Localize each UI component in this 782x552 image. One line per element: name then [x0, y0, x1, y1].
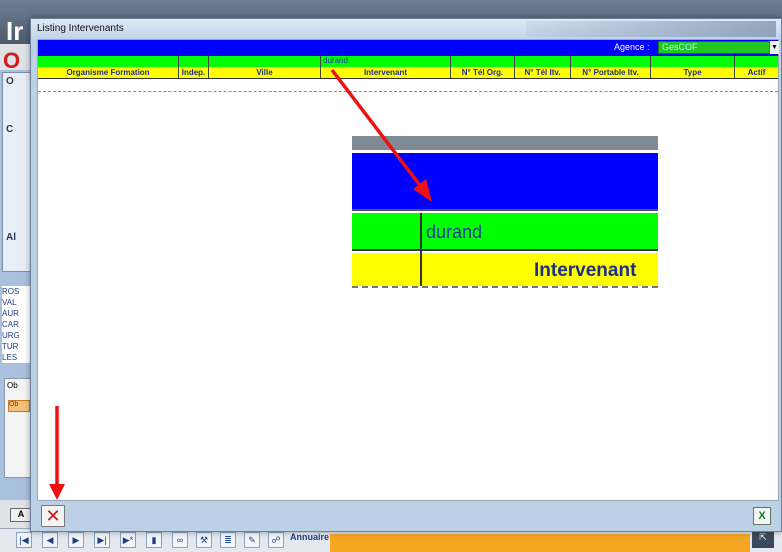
filter-intervenant[interactable]: durand: [320, 56, 450, 67]
filter-actif[interactable]: [734, 56, 778, 67]
filter-tel-org[interactable]: [450, 56, 514, 67]
col-header-actif[interactable]: Actif: [734, 67, 778, 78]
column-header-row: Organisme Formation Indep. Ville Interve…: [38, 67, 778, 79]
zoom-blue-band: [352, 153, 658, 211]
search-binoculars-icon[interactable]: ∞: [172, 532, 188, 548]
filter-indep[interactable]: [178, 56, 208, 67]
zoom-header-text: Intervenant: [534, 260, 637, 281]
col-header-indep-label: Indep.: [181, 68, 206, 77]
col-header-type-label: Type: [683, 68, 702, 77]
col-header-intervenant[interactable]: Intervenant: [320, 67, 450, 78]
agence-select[interactable]: GesCOF ▼: [658, 41, 779, 54]
agence-value: GesCOF: [662, 42, 698, 52]
col-header-organisme[interactable]: Organisme Formation: [38, 67, 178, 78]
zoom-column-divider: [420, 213, 422, 286]
filter-icon[interactable]: ⚒: [196, 532, 212, 548]
exit-icon[interactable]: ⇱: [752, 532, 774, 548]
filter-tel-itv[interactable]: [514, 56, 570, 67]
edit-icon[interactable]: ✎: [244, 532, 260, 548]
new-record-icon[interactable]: ▶*: [120, 532, 136, 548]
zoom-top-band: [352, 136, 658, 150]
last-record-icon[interactable]: ▶|: [94, 532, 110, 548]
directory-icon[interactable]: ☍: [268, 532, 284, 548]
background-orange-area: [330, 534, 750, 552]
col-header-tel-itv-label: N° Tél Itv.: [524, 68, 561, 77]
chevron-down-icon[interactable]: ▼: [769, 41, 779, 54]
background-side-label-2: C: [6, 124, 14, 135]
zoom-filter-row: [352, 213, 658, 251]
col-header-portable-itv[interactable]: N° Portable Itv.: [570, 67, 650, 78]
filter-type[interactable]: [650, 56, 734, 67]
background-a-button[interactable]: A: [10, 508, 32, 522]
agence-label: Agence :: [614, 42, 650, 52]
titlebar-glow: [526, 21, 776, 37]
dialog-title: Listing Intervenants: [37, 23, 124, 34]
col-header-organisme-label: Organisme Formation: [66, 68, 150, 77]
zoom-callout: durand Intervenant: [352, 136, 658, 288]
background-ob-label: Ob: [7, 381, 18, 390]
next-record-icon[interactable]: ▶: [68, 532, 84, 548]
col-header-ville-label: Ville: [256, 68, 273, 77]
dialog-titlebar: Listing Intervenants: [31, 19, 781, 39]
filter-organisme[interactable]: [38, 56, 178, 67]
dialog-bottom-toolbar: ✕ X: [37, 501, 779, 529]
col-header-intervenant-label: Intervenant: [363, 68, 408, 77]
annuaire-link[interactable]: Annuaire: [290, 532, 329, 542]
col-header-portable-itv-label: N° Portable Itv.: [582, 68, 639, 77]
col-header-indep[interactable]: Indep.: [178, 67, 208, 78]
close-x-icon[interactable]: ✕: [41, 505, 65, 527]
col-header-tel-itv[interactable]: N° Tél Itv.: [514, 67, 570, 78]
delete-record-icon[interactable]: ▮: [146, 532, 162, 548]
background-side-label-1: O: [6, 76, 14, 87]
col-header-tel-org[interactable]: N° Tél Org.: [450, 67, 514, 78]
previous-record-icon[interactable]: ◀: [42, 532, 58, 548]
background-ob-tab[interactable]: Ob: [8, 400, 30, 412]
filter-ville[interactable]: [208, 56, 320, 67]
background-title: Ir: [6, 16, 24, 46]
empty-results-separator: [38, 91, 778, 92]
filter-intervenant-value: durand: [323, 56, 348, 65]
col-header-tel-org-label: N° Tél Org.: [461, 68, 504, 77]
zoom-filter-text: durand: [426, 222, 483, 242]
filter-portable-itv[interactable]: [570, 56, 650, 67]
col-header-ville[interactable]: Ville: [208, 67, 320, 78]
col-header-actif-label: Actif: [747, 68, 766, 77]
background-side-label-3: Al: [6, 232, 16, 243]
list-icon[interactable]: ≣: [220, 532, 236, 548]
excel-export-icon[interactable]: X: [753, 507, 771, 525]
col-header-type[interactable]: Type: [650, 67, 734, 78]
first-record-icon[interactable]: |◀: [16, 532, 32, 548]
agence-bar: Agence : GesCOF ▼: [38, 40, 779, 56]
filter-row: durand: [38, 56, 778, 67]
